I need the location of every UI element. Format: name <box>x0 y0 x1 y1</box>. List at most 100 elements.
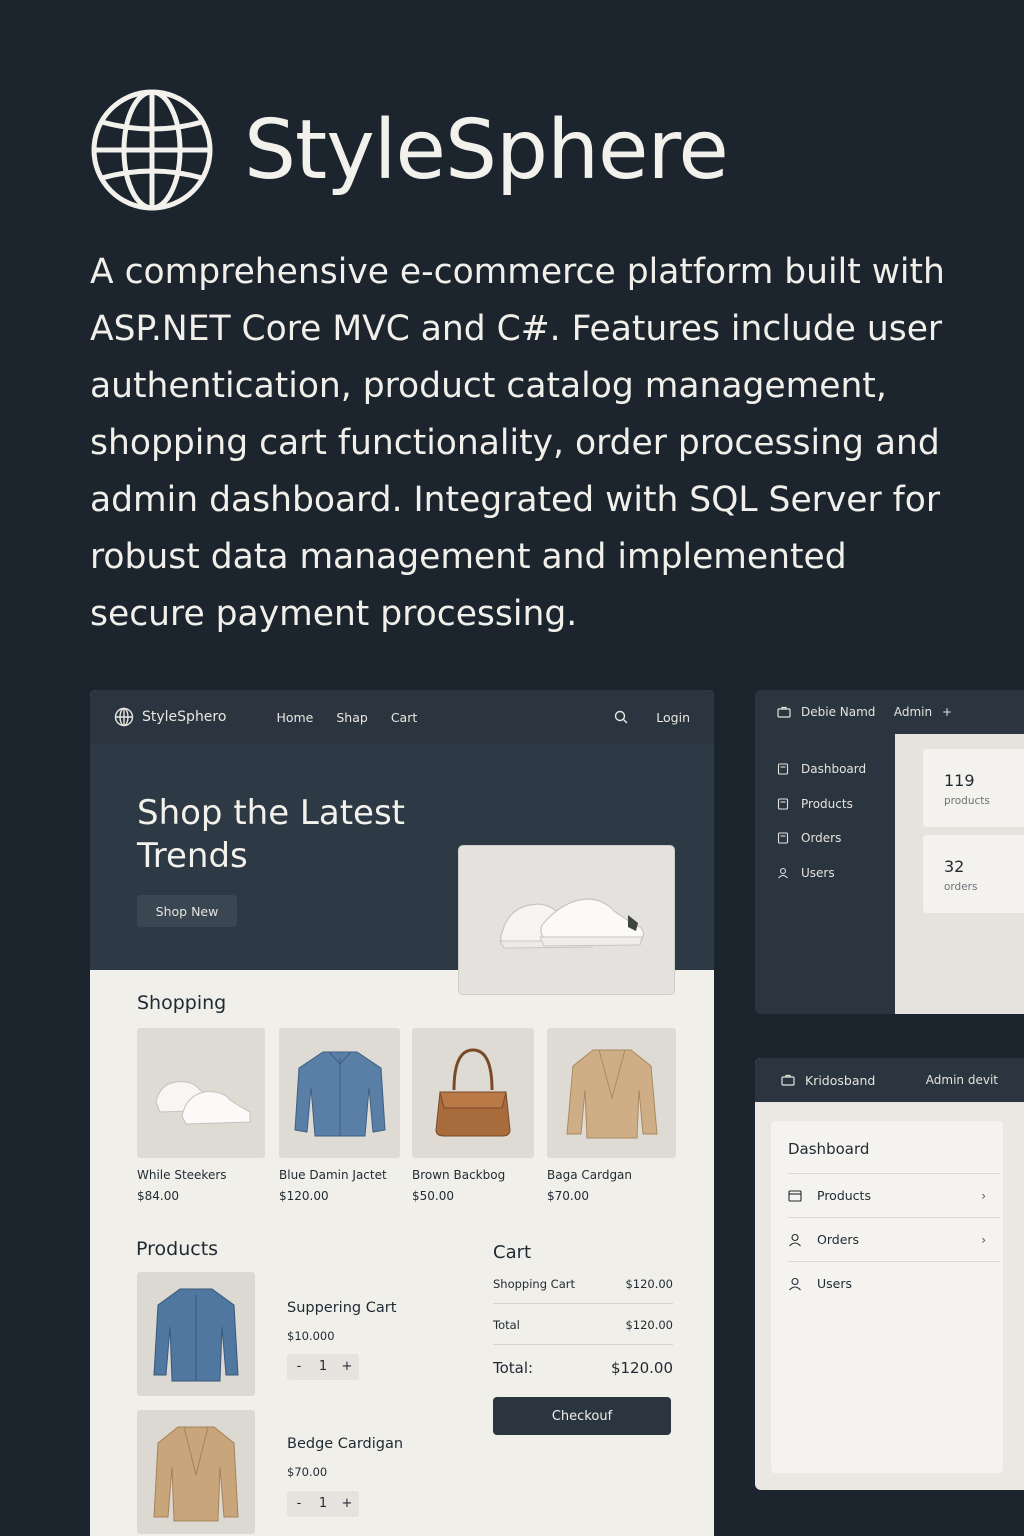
increment-button[interactable]: + <box>335 1491 359 1517</box>
sidebar-item-products[interactable]: Products <box>777 787 866 822</box>
cart-total-value: $120.00 <box>610 1359 673 1377</box>
plus-icon: + <box>941 705 952 719</box>
product-price: $50.00 <box>412 1189 454 1203</box>
cart-row-value: $120.00 <box>625 1318 673 1332</box>
briefcase-icon <box>781 1074 795 1086</box>
shirt-icon <box>153 1288 239 1382</box>
product-card[interactable]: Blue Damin Jactet $120.00 <box>279 1028 400 1203</box>
quantity-stepper: - 1 + <box>287 1354 359 1380</box>
globe-icon <box>91 89 213 211</box>
menu-item-users[interactable]: Users <box>788 1261 1000 1305</box>
stat-label: products <box>944 795 990 807</box>
user-icon <box>778 867 788 879</box>
admin-brand-name: Kridosband <box>805 1072 876 1088</box>
product-name: While Steekers <box>137 1168 227 1182</box>
cart-title: Cart <box>493 1242 532 1263</box>
cart-row: Total $120.00 <box>493 1304 673 1345</box>
sidebar-item-label: Products <box>801 796 853 811</box>
stat-value: 32 <box>944 857 965 876</box>
nav-link-shop[interactable]: Shap <box>336 710 367 725</box>
line-item-name: Bedge Cardigan <box>287 1436 404 1452</box>
product-card[interactable]: Brown Backbog $50.00 <box>412 1028 534 1203</box>
menu-item-products[interactable]: Products › <box>788 1173 1000 1217</box>
product-price: $84.00 <box>137 1189 179 1203</box>
hero-title: Shop the Latest Trends <box>137 793 405 876</box>
product-image <box>137 1410 255 1534</box>
product-price: $70.00 <box>547 1189 589 1203</box>
admin-main-area: 119 products 32 orders <box>895 734 1024 1014</box>
brand-title: StyleSphere <box>244 102 729 198</box>
nav-link-cart[interactable]: Cart <box>391 710 417 725</box>
quantity-value: 1 <box>318 1359 328 1374</box>
briefcase-icon <box>777 706 791 718</box>
chevron-right-icon: › <box>981 1232 986 1247</box>
sneaker-icon <box>498 898 644 949</box>
line-item-price: $70.00 <box>287 1465 328 1479</box>
product-name: Baga Cardgan <box>547 1168 633 1182</box>
admin-role-menu[interactable]: Admin + <box>894 705 952 719</box>
checkout-button[interactable]: Checkouf <box>493 1397 671 1435</box>
bag-icon <box>435 1048 511 1137</box>
line-item-price: $10.000 <box>287 1329 335 1343</box>
cart-row-label: Shopping Cart <box>493 1277 575 1291</box>
cart-row-label: Total <box>493 1318 520 1332</box>
box-icon <box>788 1189 802 1202</box>
login-link[interactable]: Login <box>656 710 690 725</box>
store-logo[interactable]: StyleSphero <box>114 707 226 727</box>
admin-dashboard-panel: Debie Namd Admin + Dashboard Products Or… <box>755 690 1024 1014</box>
admin-menu-card: Dashboard Products › Orders › Users <box>771 1121 1003 1473</box>
product-grid: While Steekers $84.00 Blue Damin Jactet … <box>137 1028 676 1203</box>
product-name: Blue Damin Jactet <box>279 1168 387 1182</box>
hero-image <box>458 845 675 995</box>
product-price: $120.00 <box>279 1189 329 1203</box>
shop-now-button[interactable]: Shop New <box>137 895 237 927</box>
admin-sidebar: Dashboard Products Orders Users <box>777 752 866 890</box>
decrement-button[interactable]: - <box>287 1354 311 1380</box>
stat-label: orders <box>944 881 978 893</box>
product-card[interactable]: Baga Cardgan $70.00 <box>547 1028 676 1203</box>
sidebar-item-users[interactable]: Users <box>777 856 866 891</box>
sneaker-icon <box>155 1081 251 1125</box>
cart-row: Shopping Cart $120.00 <box>493 1263 673 1304</box>
cart-row-value: $120.00 <box>625 1277 673 1291</box>
menu-item-orders[interactable]: Orders › <box>788 1217 1000 1261</box>
store-brand-name: StyleSphero <box>142 709 227 725</box>
store-mockup: StyleSphero Home Shap Cart Login Shop th… <box>90 690 714 1536</box>
decrement-button[interactable]: - <box>287 1491 311 1517</box>
sidebar-item-orders[interactable]: Orders <box>777 821 866 856</box>
line-item-name: Suppering Cart <box>287 1300 397 1316</box>
admin-role-label: Admin <box>893 705 933 719</box>
store-navbar: StyleSphero Home Shap Cart Login <box>90 690 714 744</box>
admin-card-title: Dashboard <box>788 1140 870 1158</box>
user-icon <box>789 1233 801 1246</box>
product-card[interactable]: While Steekers $84.00 <box>137 1028 265 1203</box>
product-image <box>547 1028 676 1158</box>
stat-card-orders: 32 orders <box>923 835 1024 913</box>
product-image <box>137 1272 255 1396</box>
document-icon <box>777 832 789 844</box>
quantity-value: 1 <box>318 1496 328 1511</box>
stat-card-products: 119 products <box>923 749 1024 827</box>
quantity-stepper: - 1 + <box>287 1491 359 1517</box>
admin-role-label[interactable]: Admin devit <box>926 1073 998 1087</box>
globe-icon <box>114 707 134 727</box>
nav-link-home[interactable]: Home <box>276 710 313 725</box>
product-image <box>137 1028 265 1158</box>
admin-user-name: Debie Namd <box>801 705 876 719</box>
products-section-title: Products <box>136 1238 219 1260</box>
brand-header: StyleSphere <box>90 88 729 212</box>
increment-button[interactable]: + <box>335 1354 359 1380</box>
shopping-section-title: Shopping <box>137 992 227 1014</box>
menu-item-label: Users <box>817 1276 853 1291</box>
chevron-right-icon: › <box>981 1188 986 1203</box>
stat-value: 119 <box>944 771 975 790</box>
search-icon[interactable] <box>614 710 628 724</box>
cardigan-icon <box>565 1049 658 1139</box>
cart-summary: Cart Shopping Cart $120.00 Total $120.00… <box>493 1242 673 1435</box>
sidebar-item-label: Dashboard <box>801 762 867 777</box>
menu-item-label: Orders <box>817 1232 860 1247</box>
cart-total: Total: $120.00 <box>493 1345 673 1377</box>
sidebar-item-dashboard[interactable]: Dashboard <box>777 752 866 787</box>
document-icon <box>777 763 789 775</box>
hero-banner: Shop the Latest Trends Shop New <box>90 744 714 995</box>
